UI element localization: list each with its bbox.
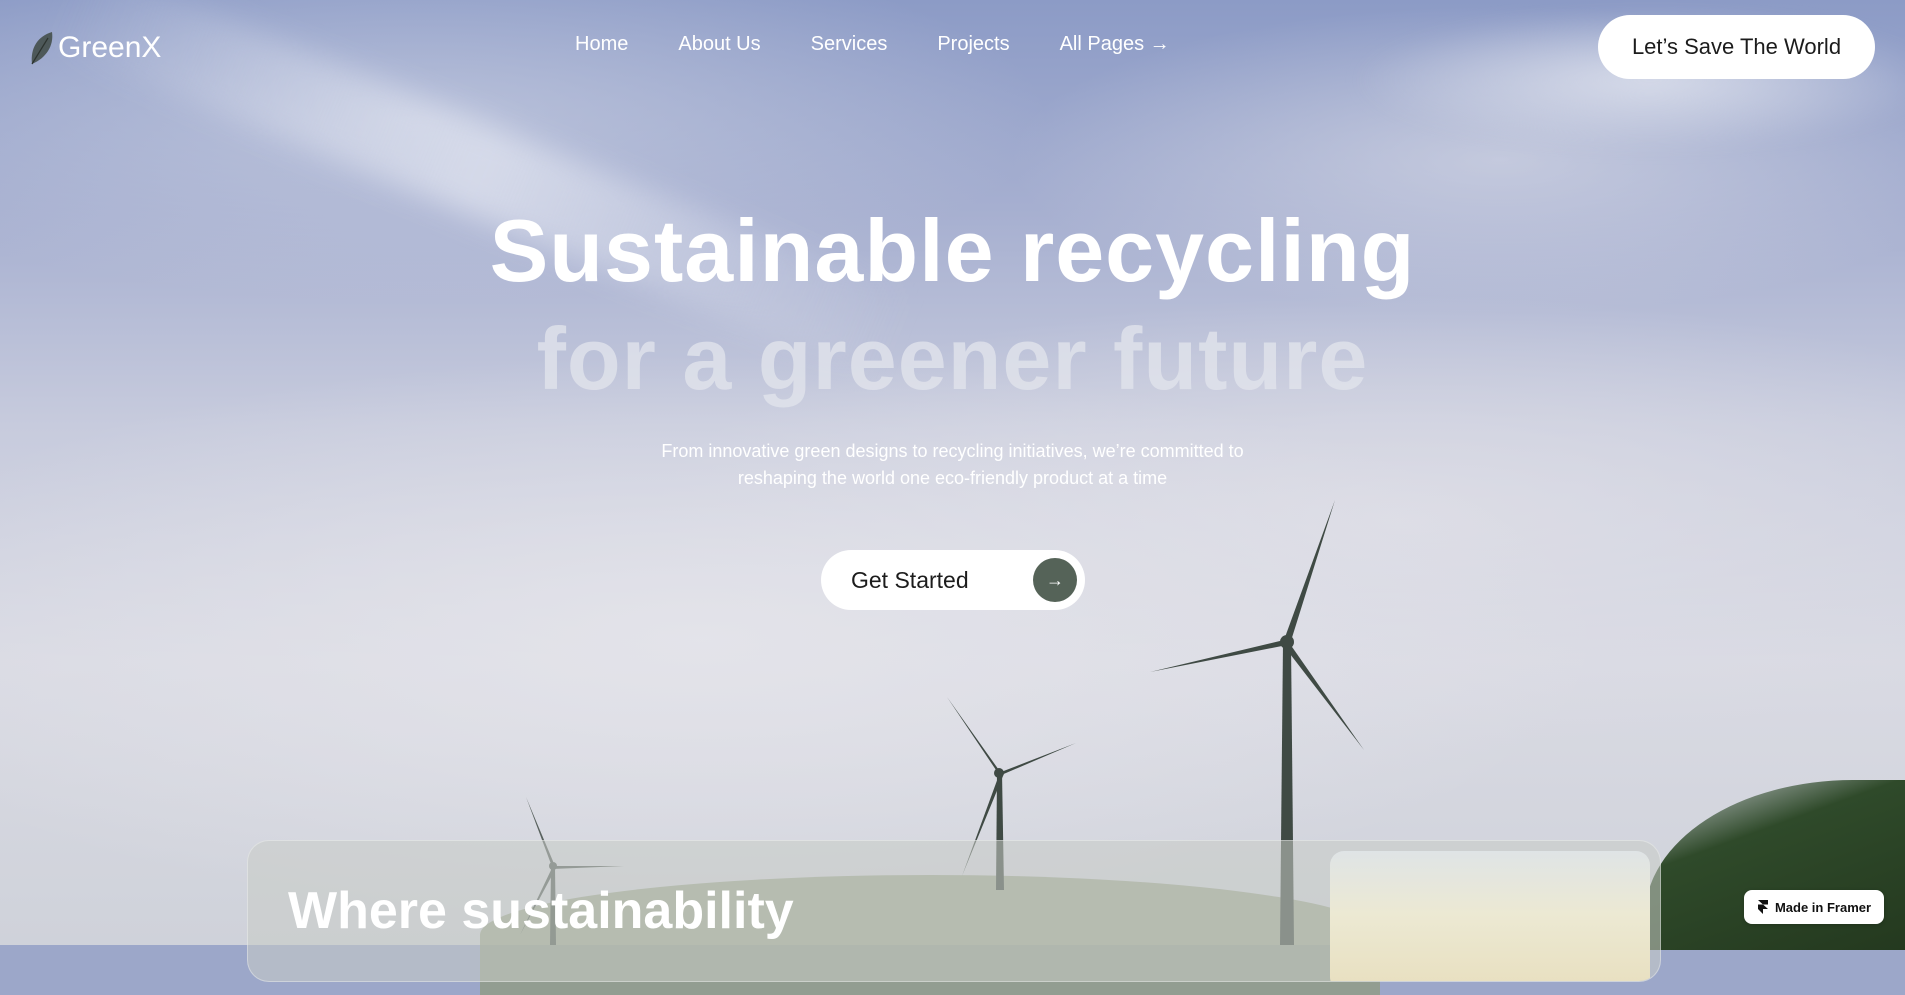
save-the-world-button[interactable]: Let’s Save The World	[1598, 15, 1875, 79]
nav-item-projects[interactable]: Projects	[937, 33, 1009, 56]
feature-card: Where sustainability	[247, 840, 1661, 982]
brand-name: GreenX	[58, 31, 162, 64]
main-nav: Home About Us Services Projects All Page…	[575, 33, 1170, 56]
made-in-framer-badge[interactable]: Made in Framer	[1744, 890, 1884, 924]
section-title: Where sustainability	[288, 882, 794, 940]
hero-subtitle: From innovative green designs to recycli…	[0, 438, 1905, 492]
badge-label: Made in Framer	[1774, 899, 1872, 915]
nav-item-home[interactable]: Home	[575, 33, 628, 56]
hero-headline-line2: for a greener future	[536, 309, 1369, 408]
framer-icon	[1757, 900, 1768, 914]
leaf-icon	[31, 32, 53, 65]
get-started-label: Get Started	[851, 566, 969, 593]
get-started-button[interactable]: Get Started →	[821, 550, 1085, 610]
nav-item-about-us[interactable]: About Us	[678, 33, 760, 56]
nav-item-services[interactable]: Services	[811, 33, 888, 56]
brand-logo[interactable]: GreenX	[28, 28, 161, 68]
hero-subtitle-line1: From innovative green designs to recycli…	[661, 441, 1244, 461]
card-image	[1330, 851, 1650, 981]
arrow-right-icon: →	[1033, 558, 1077, 602]
hero-subtitle-line2: reshaping the world one eco-friendly pro…	[737, 468, 1168, 488]
nav-item-all-pages[interactable]: All Pages →	[1060, 33, 1170, 56]
hero-headline-line1: Sustainable recycling	[489, 201, 1416, 300]
